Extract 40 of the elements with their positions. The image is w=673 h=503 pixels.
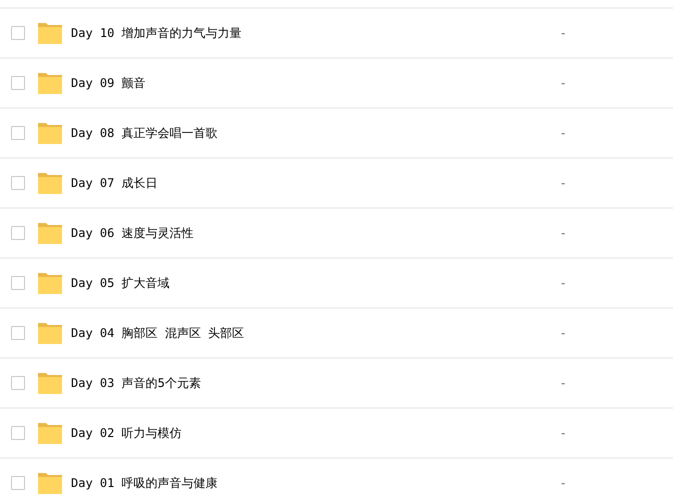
checkbox[interactable] [11, 426, 25, 440]
folder-name[interactable]: Day 09 颤音 [71, 74, 541, 92]
folder-name[interactable]: Day 10 增加声音的力气与力量 [71, 24, 541, 42]
folder-icon [38, 372, 62, 394]
checkbox[interactable] [11, 276, 25, 290]
checkbox[interactable] [11, 326, 25, 340]
file-size: - [561, 225, 566, 242]
folder-name[interactable]: Day 01 呼吸的声音与健康 [71, 474, 541, 492]
folder-icon [38, 472, 62, 494]
folder-name[interactable]: Day 02 听力与模仿 [71, 424, 541, 442]
checkbox[interactable] [11, 126, 25, 140]
checkbox[interactable] [11, 476, 25, 490]
file-size: - [561, 175, 566, 192]
file-size: - [561, 425, 566, 442]
file-size: - [561, 125, 566, 142]
folder-name[interactable]: Day 07 成长日 [71, 174, 541, 192]
folder-icon [38, 422, 62, 444]
file-size: - [561, 375, 566, 392]
folder-name[interactable]: Day 06 速度与灵活性 [71, 224, 541, 242]
checkbox[interactable] [11, 176, 25, 190]
file-size: - [561, 325, 566, 342]
folder-icon [38, 172, 62, 194]
folder-name[interactable]: Day 03 声音的5个元素 [71, 374, 541, 392]
file-size: - [561, 275, 566, 292]
folder-name[interactable]: Day 04 胸部区 混声区 头部区 [71, 324, 541, 342]
file-size: - [561, 75, 566, 92]
folder-icon [38, 122, 62, 144]
file-size: - [561, 25, 566, 42]
folder-icon [38, 322, 62, 344]
checkbox[interactable] [11, 376, 25, 390]
checkbox[interactable] [11, 26, 25, 40]
folder-icon [38, 72, 62, 94]
folder-icon [38, 222, 62, 244]
folder-name[interactable]: Day 05 扩大音域 [71, 274, 541, 292]
checkbox[interactable] [11, 226, 25, 240]
folder-name[interactable]: Day 08 真正学会唱一首歌 [71, 124, 541, 142]
checkbox[interactable] [11, 76, 25, 90]
file-size: - [561, 475, 566, 492]
folder-icon [38, 22, 62, 44]
folder-icon [38, 272, 62, 294]
